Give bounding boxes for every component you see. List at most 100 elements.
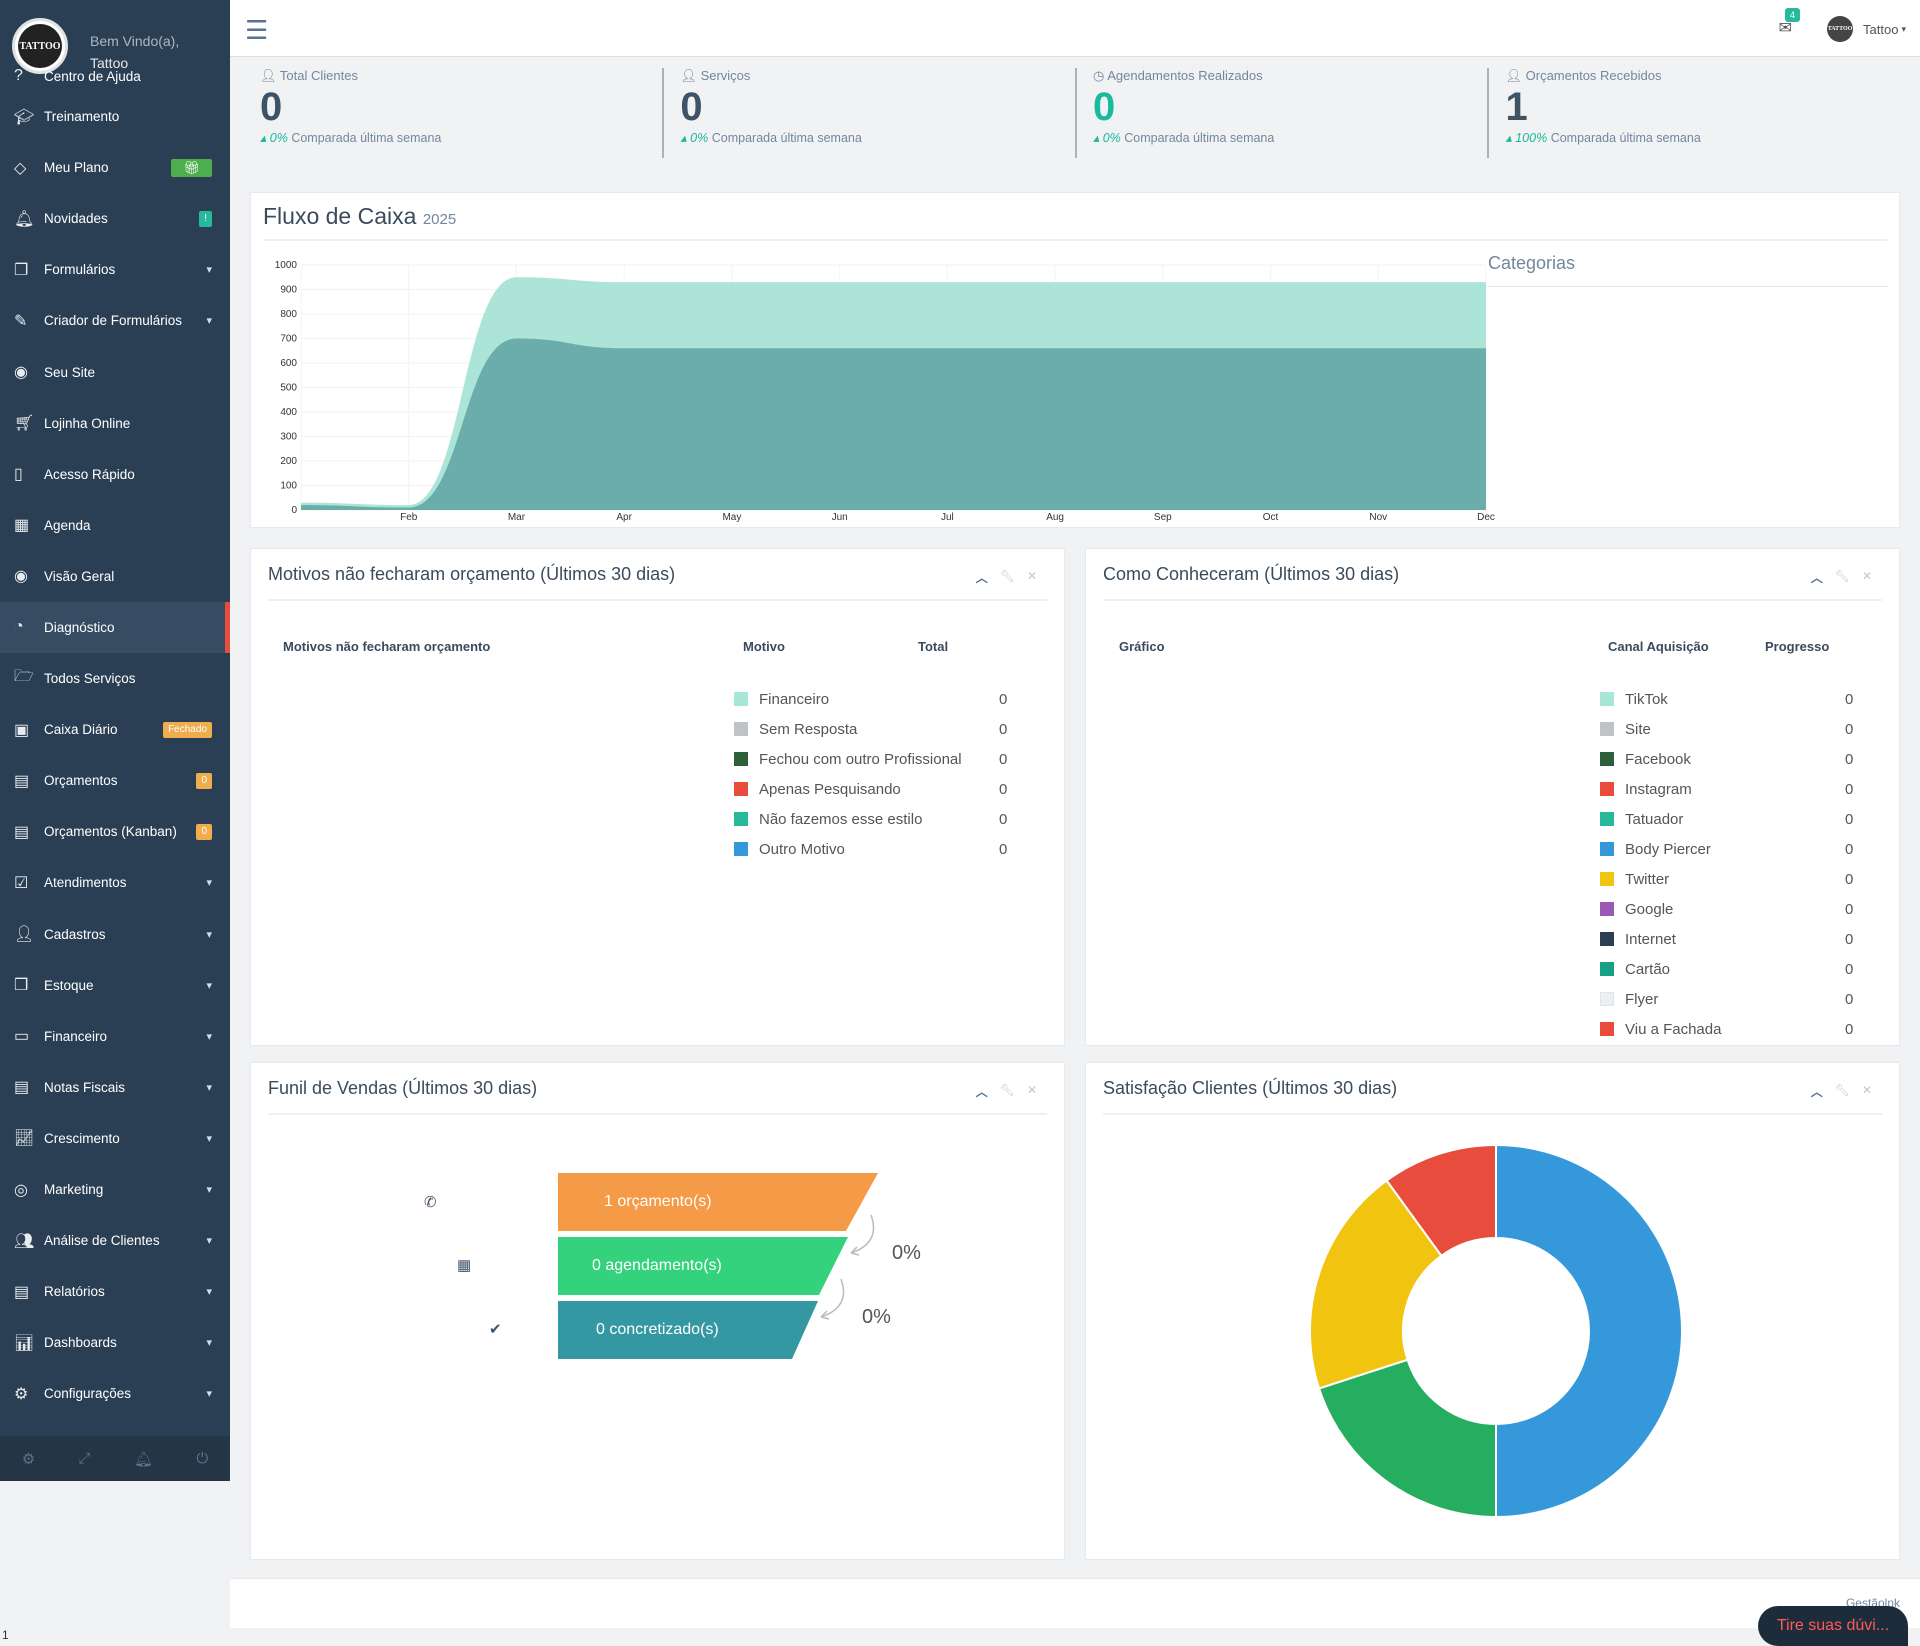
color-swatch	[1600, 692, 1614, 706]
sidebar-item-lojinha-online[interactable]: 🛒︎ Lojinha Online	[0, 398, 230, 449]
legend-row: Facebook 0	[1600, 744, 1875, 774]
legend-label: Site	[1625, 720, 1651, 738]
sidebar-item-seu-site[interactable]: ◉ Seu Site	[0, 346, 230, 397]
user-menu[interactable]: TATTOO Tattoo ▾	[1827, 16, 1906, 42]
dashboard-icon: ◔	[14, 618, 24, 636]
collapse-icon[interactable]: ︿	[1811, 1083, 1823, 1100]
bell-icon[interactable]: 🔔︎	[134, 1450, 153, 1468]
chevron-down-icon: ▾	[1901, 23, 1906, 34]
wrench-icon[interactable]: 🔧︎	[1000, 1083, 1015, 1100]
y-tick-label: 700	[280, 334, 297, 345]
sidebar-badge: 0	[196, 823, 212, 840]
sidebar-item-notas-fiscais[interactable]: ▤ Notas Fiscais ▾	[0, 1062, 230, 1113]
bar-chart-icon: 📊︎	[14, 1334, 35, 1352]
fullscreen-icon[interactable]: ⤢	[79, 1450, 91, 1467]
sidebar-item-marketing[interactable]: ◎ Marketing ▾	[0, 1164, 230, 1215]
sidebar-item-criador-de-formul-rios[interactable]: ✎ Criador de Formulários ▾	[0, 295, 230, 346]
sidebar-item-cadastros[interactable]: 👤︎ Cadastros ▾	[0, 909, 230, 960]
sidebar-item-or-amentos-kanban-[interactable]: ▤ Orçamentos (Kanban) 0	[0, 806, 230, 857]
sidebar-item-dashboards[interactable]: 📊︎ Dashboards ▾	[0, 1317, 230, 1368]
sidebar-item-relat-rios[interactable]: ▤ Relatórios ▾	[0, 1266, 230, 1317]
sidebar-item-novidades[interactable]: 🔔︎ Novidades!	[0, 193, 230, 244]
stat-count: 0	[260, 85, 283, 129]
sidebar-item-label: Seu Site	[44, 364, 96, 380]
sidebar-item-formul-rios[interactable]: ❐ Formulários ▾	[0, 244, 230, 295]
funnel-step-label: 1 orçamento(s)	[604, 1193, 712, 1210]
legend-value: 0	[1845, 810, 1854, 828]
sidebar-item-vis-o-geral[interactable]: ◉ Visão Geral	[0, 551, 230, 602]
menu-toggle-icon[interactable]: ☰	[245, 15, 268, 46]
panel-tools: ︿ 🔧︎ ✕	[1811, 569, 1872, 586]
color-swatch	[734, 722, 748, 736]
stat-caption: Comparada última semana	[1124, 131, 1275, 145]
sidebar-item-crescimento[interactable]: 📈︎ Crescimento ▾	[0, 1113, 230, 1164]
sidebar-item-meu-plano[interactable]: ◇ Meu Plano 🎁︎	[0, 142, 230, 193]
settings-icon[interactable]: ⚙	[22, 1450, 35, 1468]
stat-count: 0	[1092, 85, 1116, 129]
cubes-icon: ❒	[14, 977, 29, 995]
user-avatar: TATTOO	[1827, 16, 1854, 42]
close-icon[interactable]: ✕	[1862, 569, 1872, 586]
collapse-icon[interactable]: ︿	[976, 1083, 988, 1100]
wrench-icon[interactable]: 🔧︎	[1835, 569, 1850, 586]
sidebar-item-agenda[interactable]: ▦ Agenda	[0, 500, 230, 551]
sidebar-item-estoque[interactable]: ❒ Estoque ▾	[0, 960, 230, 1011]
y-tick-label: 500	[280, 383, 297, 394]
sidebar-item-label: Configurações	[44, 1386, 132, 1402]
close-icon[interactable]: ✕	[1027, 569, 1037, 586]
sidebar-item-acesso-r-pido[interactable]: ▯ Acesso Rápido	[0, 449, 230, 500]
stat-pct: ▴ 0%	[260, 131, 288, 145]
sidebar-item-todos-servi-os[interactable]: 🗁︎ Todos Serviços	[0, 653, 230, 704]
panel-title: Funil de Vendas (Últimos 30 dias) ︿ 🔧︎ ✕	[268, 1063, 1047, 1115]
x-tick-label: Feb	[400, 512, 418, 523]
legend-row: Outro Motivo 0	[734, 834, 1029, 864]
satisfacao-panel: Satisfação Clientes (Últimos 30 dias) ︿ …	[1085, 1062, 1900, 1560]
satisfaction-donut-chart	[1309, 1143, 1683, 1519]
sidebar-item-an-lise-de-clientes[interactable]: 👥︎ Análise de Clientes ▾	[0, 1215, 230, 1266]
close-icon[interactable]: ✕	[1027, 1083, 1037, 1100]
funnel-step-agendamentos: 0 agendamento(s)	[558, 1237, 848, 1295]
legend-label: Body Piercer	[1625, 840, 1711, 858]
legend-row: TikTok 0	[1600, 684, 1875, 714]
conheceram-panel: Como Conheceram (Últimos 30 dias) ︿ 🔧︎ ✕…	[1085, 548, 1900, 1046]
wrench-icon[interactable]: 🔧︎	[1000, 569, 1015, 586]
check-square-icon: ☑	[14, 874, 29, 892]
collapse-icon[interactable]: ︿	[976, 569, 988, 586]
x-tick-label: May	[722, 512, 741, 523]
chat-button[interactable]: Tire suas dúvi...	[1758, 1606, 1908, 1646]
stat-agendamentos: ◷ Agendamentos Realizados 0 ▴ 0% Compara…	[1074, 68, 1488, 158]
legend-label: Apenas Pesquisando	[759, 780, 901, 798]
color-swatch	[1600, 782, 1614, 796]
color-swatch	[734, 782, 748, 796]
sidebar-item-configura-es[interactable]: ⚙ Configurações ▾	[0, 1368, 230, 1419]
legend-row: Site 0	[1600, 714, 1875, 744]
legend-row: Tatuador 0	[1600, 804, 1875, 834]
sidebar-item-or-amentos[interactable]: ▤ Orçamentos 0	[0, 755, 230, 806]
sidebar-item-diagn-stico[interactable]: ◔ Diagnóstico	[0, 601, 230, 654]
funnel-arrow-2	[820, 1278, 845, 1320]
user-icon: 👤︎	[14, 926, 35, 944]
sidebar-item-treinamento[interactable]: 🎓︎ Treinamento	[0, 91, 230, 142]
gift-icon: 🎁︎	[171, 158, 212, 177]
file-text-icon: ▤	[14, 772, 30, 790]
sidebar-item-label: Caixa Diário	[44, 722, 118, 738]
sidebar-item-centro-de-ajuda[interactable]: ? Centro de Ajuda	[0, 61, 230, 91]
color-swatch	[1600, 902, 1614, 916]
color-swatch	[1600, 722, 1614, 736]
legend-label: Instagram	[1625, 780, 1692, 798]
wrench-icon[interactable]: 🔧︎	[1835, 1083, 1850, 1100]
legend-value: 0	[1845, 1020, 1854, 1038]
whatsapp-icon: ✆	[424, 1194, 437, 1211]
donut-slice	[1317, 1358, 1497, 1519]
sidebar-item-label: Orçamentos (Kanban)	[44, 824, 177, 840]
close-icon[interactable]: ✕	[1862, 1083, 1872, 1100]
sidebar-item-financeiro[interactable]: ▭ Financeiro ▾	[0, 1011, 230, 1062]
sidebar-item-caixa-di-rio[interactable]: ▣ Caixa Diário Fechado	[0, 704, 230, 755]
sidebar-item-label: Crescimento	[44, 1130, 120, 1146]
sidebar-item-atendimentos[interactable]: ☑ Atendimentos ▾	[0, 857, 230, 908]
panel-title: Satisfação Clientes (Últimos 30 dias) ︿ …	[1103, 1063, 1882, 1115]
mobile-icon: ▯	[14, 466, 23, 484]
collapse-icon[interactable]: ︿	[1811, 569, 1823, 586]
logout-icon[interactable]: ⏻	[196, 1450, 208, 1467]
y-tick-label: 0	[291, 505, 297, 516]
